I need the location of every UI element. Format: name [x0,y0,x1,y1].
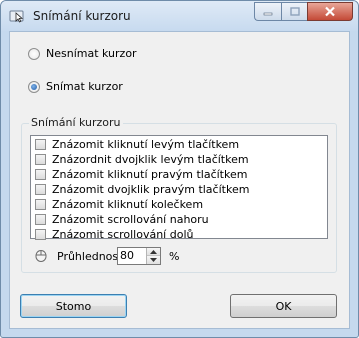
ok-button[interactable]: OK [230,294,337,318]
radio-button-selected[interactable] [28,80,40,93]
transparency-value[interactable]: 80 [120,249,134,262]
options-checklist[interactable]: Znázomit kliknutí levým tlačítkem Znázor… [30,135,328,242]
list-item-right-click[interactable]: Znázomit kliknutí pravým tlačítkem [31,167,327,182]
title-bar[interactable]: Snímání kurzoru [1,1,358,31]
checkbox[interactable] [35,184,46,195]
checkbox[interactable] [35,139,46,150]
list-item-wheel-click[interactable]: Znázomit kliknutí kolečkem [31,197,327,212]
list-item-label: Znázomit dvojklik pravým tlačítkem [52,183,250,196]
maximize-icon [289,7,300,16]
list-item-label: Znázomit kliknutí kolečkem [52,198,204,211]
list-item-label: Znázomit kliknutí pravým tlačítkem [52,168,248,181]
checkbox[interactable] [35,229,46,240]
spinner-down-button[interactable] [147,256,160,264]
checkbox[interactable] [35,154,46,165]
radio-capture[interactable]: Snímat kurzor [28,80,123,93]
group-title: Snímání kurzoru [29,116,123,129]
spinner-buttons [146,248,160,264]
list-item-right-double-click[interactable]: Znázomit dvojklik pravým tlačítkem [31,182,327,197]
radio-no-capture[interactable]: Nesnímat kurzor [28,47,137,60]
transparency-spinner[interactable]: 80 [117,247,161,265]
window-title: Snímání kurzoru [33,9,131,23]
close-button[interactable] [307,2,353,21]
close-icon [325,6,335,17]
percent-unit: % [169,250,180,263]
arrow-up-icon [150,249,157,254]
cursor-capture-icon [9,10,24,23]
dialog-body: Nesnímat kurzor Snímat kurzor Snímání ku… [9,31,350,329]
spinner-up-button[interactable] [147,248,160,256]
checkbox[interactable] [35,169,46,180]
minimize-button[interactable] [254,2,281,21]
list-item-label: Znázomit scrollování dolů [52,228,194,241]
radio-no-capture-label: Nesnímat kurzor [46,47,137,60]
dialog-window: Snímání kurzoru Nesnímat kurzor Snímat k… [0,0,359,338]
list-item-left-double-click[interactable]: Znázordnit dvojklik levým tlačítkem [31,152,327,167]
stop-button[interactable]: Stomo [20,294,127,318]
maximize-button[interactable] [281,2,307,21]
minimize-icon [263,12,273,15]
checkbox[interactable] [35,214,46,225]
radio-capture-label: Snímat kurzor [46,80,123,93]
list-item-label: Znázomit scrollování nahoru [52,213,209,226]
list-item-scroll-down[interactable]: Znázomit scrollování dolů [31,227,327,242]
list-item-label: Znázomit kliknutí levým tlačítkem [52,138,240,151]
checkbox[interactable] [35,199,46,210]
mouse-icon [35,250,47,262]
radio-button-unselected[interactable] [28,47,40,60]
list-item-label: Znázordnit dvojklik levým tlačítkem [52,153,249,166]
list-item-scroll-up[interactable]: Znázomit scrollování nahoru [31,212,327,227]
arrow-down-icon [150,258,157,262]
transparency-label: Průhlednost [57,250,123,263]
list-item-left-click[interactable]: Znázomit kliknutí levým tlačítkem [31,137,327,152]
